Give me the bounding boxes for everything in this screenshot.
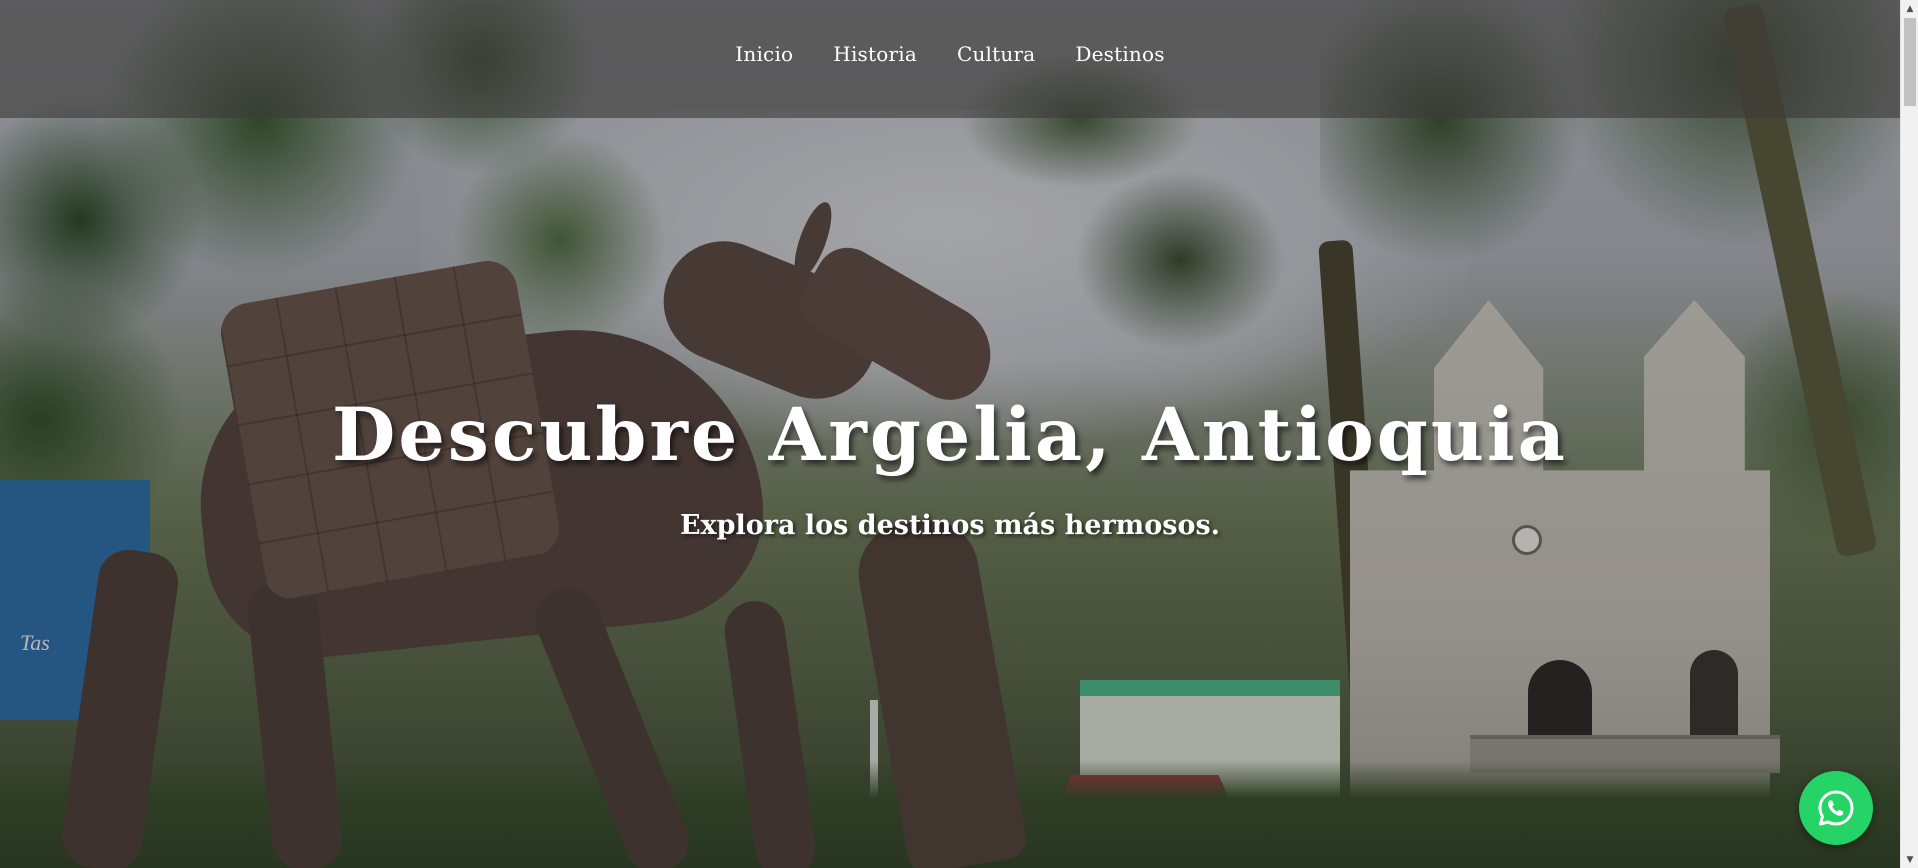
scroll-thumb[interactable]	[1904, 18, 1916, 106]
page-scrollbar[interactable]: ▲ ▼	[1900, 0, 1918, 868]
whatsapp-button[interactable]	[1799, 771, 1873, 845]
nav-link-destinos[interactable]: Destinos	[1075, 42, 1164, 66]
scroll-down-arrow-icon[interactable]: ▼	[1901, 851, 1918, 868]
nav-item: Historia	[833, 42, 917, 66]
whatsapp-icon	[1818, 790, 1854, 826]
nav-item: Destinos	[1075, 42, 1164, 66]
hero-subtitle: Explora los destinos más hermosos.	[679, 510, 1221, 541]
hero-title: Descubre Argelia, Antioquia	[332, 392, 1568, 478]
top-navbar: Inicio Historia Cultura Destinos	[0, 0, 1900, 118]
nav-link-inicio[interactable]: Inicio	[735, 42, 793, 66]
nav-item: Cultura	[957, 42, 1035, 66]
nav-item: Inicio	[735, 42, 793, 66]
scroll-up-arrow-icon[interactable]: ▲	[1901, 0, 1918, 17]
nav-menu: Inicio Historia Cultura Destinos	[735, 42, 1164, 66]
nav-link-historia[interactable]: Historia	[833, 42, 917, 66]
nav-link-cultura[interactable]: Cultura	[957, 42, 1035, 66]
